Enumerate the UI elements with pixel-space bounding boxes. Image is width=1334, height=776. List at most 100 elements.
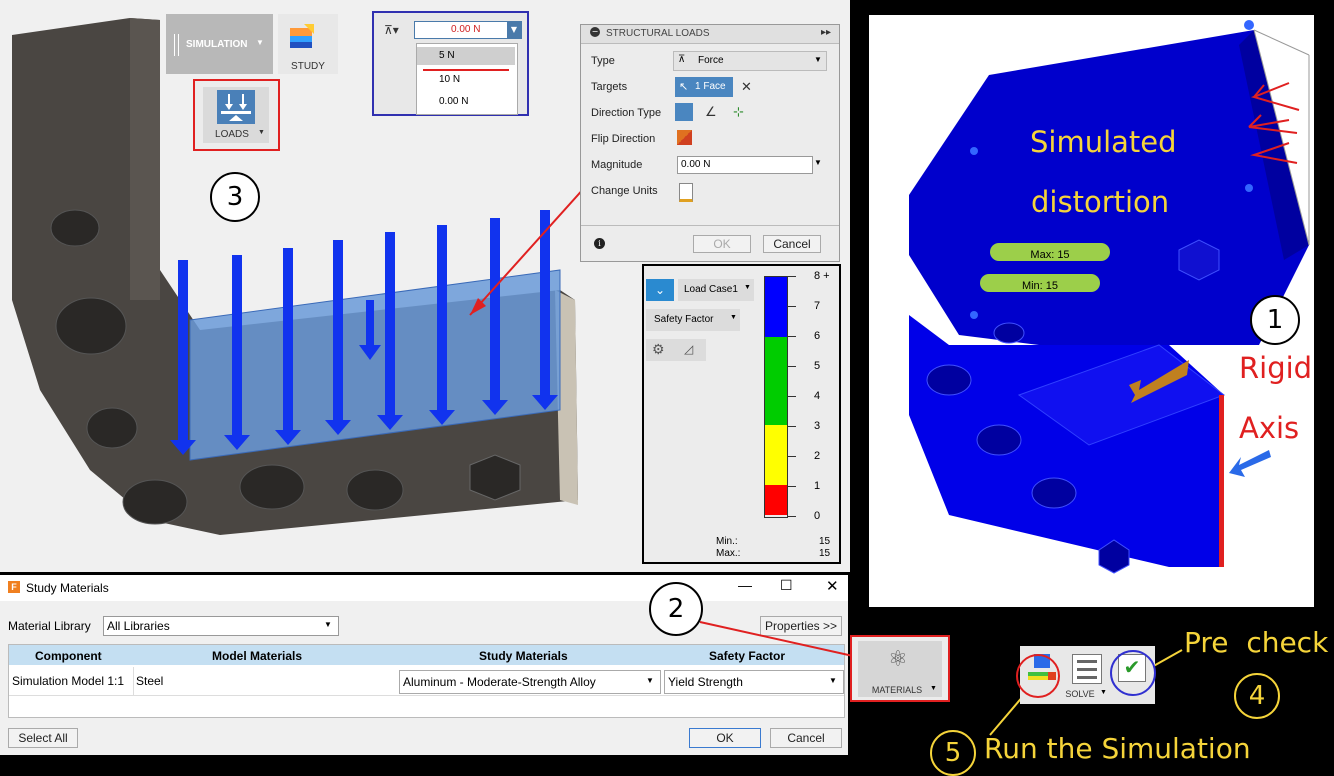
direction-angle-icon[interactable]: ∠ [705, 104, 717, 120]
legend-tick-label: 8 + [814, 270, 830, 282]
material-library-label: Material Library [8, 619, 91, 633]
flip-direction-icon[interactable] [677, 130, 692, 145]
magnitude-field[interactable]: 0.00 N [677, 156, 813, 174]
structural-loads-dialog: − STRUCTURAL LOADS ▸▸ Type ⊼ Force ▼ Tar… [580, 24, 840, 262]
force-value: 0.00 N [451, 24, 481, 35]
study-material-value: Aluminum - Moderate-Strength Alloy [403, 675, 596, 689]
materials-table: Component Model Materials Study Material… [8, 644, 845, 718]
color-scale-bar [764, 276, 788, 518]
chevron-down-icon[interactable]: ▼ [814, 158, 822, 167]
loads-button[interactable]: LOADS ▼ [203, 87, 269, 143]
dialog-title: STRUCTURAL LOADS [606, 28, 710, 39]
result-type-select[interactable]: Safety Factor ▼ [646, 309, 740, 331]
distorted-model-graphic[interactable] [869, 15, 1314, 607]
chevron-down-icon: ▼ [829, 676, 837, 685]
run-simulation-annotation: Run the Simulation [984, 732, 1251, 765]
legend-tick-mark [788, 366, 796, 367]
fusion-logo-icon: F [8, 581, 20, 593]
column-header: Safety Factor [709, 649, 786, 663]
maximize-icon[interactable]: ☐ [780, 577, 793, 594]
loads-button-highlight: LOADS ▼ [193, 79, 280, 151]
chevron-down-icon: ▼ [744, 284, 751, 291]
load-case-select[interactable]: Load Case1 ▼ [678, 279, 754, 301]
materials-button[interactable]: ⚛ MATERIALS ▼ [858, 641, 942, 697]
force-value-field[interactable]: 0.00 N ▼ [414, 21, 522, 39]
step-2-marker: 2 [649, 582, 703, 636]
legend-tick-mark [788, 486, 796, 487]
study-button[interactable]: STUDY [278, 14, 338, 74]
step-3-marker: 3 [210, 172, 260, 222]
edge-icon[interactable]: ◿ [684, 342, 693, 356]
min-tag: Min: 15 [980, 274, 1100, 292]
clear-targets-icon[interactable]: ✕ [741, 79, 752, 95]
study-material-select[interactable]: Aluminum - Moderate-Strength Alloy ▼ [399, 670, 661, 694]
legend-tick-label: 0 [814, 510, 821, 522]
component-cell: Simulation Model 1:1 [12, 674, 125, 688]
results-legend: ⌄ Load Case1 ▼ Safety Factor ▼ ⚙ ◿ 8 + 7 6… [642, 264, 841, 564]
targets-value: 1 Face [695, 81, 726, 92]
model-material-cell: Steel [136, 674, 164, 688]
simulation-workspace-menu[interactable]: SIMULATION ▼ [166, 14, 273, 74]
ok-button[interactable]: OK [689, 728, 761, 748]
cursor-icon: ↖ [679, 81, 689, 93]
legend-settings-bar: ⚙ ◿ [646, 339, 706, 361]
force-option[interactable]: 0.00 N [439, 96, 468, 107]
legend-max-label: Max.: [716, 548, 741, 559]
load-case-value: Load Case1 [684, 284, 738, 295]
step-1-marker: 1 [1250, 295, 1300, 345]
cancel-button[interactable]: Cancel [770, 728, 842, 748]
direction-vector-icon[interactable]: ⊹ [733, 104, 744, 120]
result-type-value: Safety Factor [654, 314, 714, 325]
close-icon[interactable]: ✕ [826, 577, 839, 595]
model-viewport[interactable]: SIMULATION ▼ STUDY LOADS ▼ 3 ⊼▾ 0.00 N ▼… [0, 0, 850, 572]
chevron-down-icon: ▼ [814, 55, 822, 64]
force-options-list: 5 N 10 N 0.00 N [416, 43, 518, 115]
chevron-down-icon[interactable]: ▼ [507, 22, 521, 38]
solve-details-button[interactable] [1072, 654, 1102, 684]
force-type-icon[interactable]: ⊼▾ [384, 23, 399, 37]
legend-toggle-icon[interactable]: ⌄ [646, 279, 674, 301]
material-library-value: All Libraries [107, 619, 170, 633]
type-select[interactable]: ⊼ Force ▼ [673, 51, 827, 71]
magnitude-value: 0.00 N [681, 159, 711, 170]
targets-label: Targets [591, 81, 628, 93]
targets-selection[interactable]: ↖ 1 Face [675, 77, 733, 97]
safety-factor-select[interactable]: Yield Strength ▼ [664, 670, 844, 694]
type-value: Force [698, 55, 724, 66]
max-tag: Max: 15 [990, 243, 1110, 261]
expand-icon[interactable]: ▸▸ [821, 27, 831, 38]
column-header: Component [35, 649, 102, 663]
dialog-title: Study Materials [26, 581, 109, 595]
column-header: Model Materials [212, 649, 303, 663]
annotation-distortion: distortion [1031, 185, 1170, 219]
change-units-icon[interactable] [679, 183, 693, 202]
cancel-button[interactable]: Cancel [763, 235, 821, 253]
force-option[interactable]: 10 N [439, 74, 460, 85]
legend-tick-mark [788, 516, 796, 517]
select-all-button[interactable]: Select All [8, 728, 78, 748]
chevron-down-icon: ▼ [1100, 689, 1107, 696]
minimize-icon[interactable]: — [738, 577, 752, 593]
dialog-header: − STRUCTURAL LOADS ▸▸ [581, 25, 839, 44]
legend-tick-label: 5 [814, 360, 821, 372]
force-option[interactable]: 5 N [417, 47, 515, 71]
info-icon[interactable]: i [594, 238, 605, 249]
gear-icon[interactable]: ⚙ [652, 341, 665, 358]
direction-normal-icon[interactable] [675, 103, 693, 121]
study-materials-dialog: F Study Materials — ☐ ✕ Material Library… [0, 575, 848, 755]
step-5-marker: 5 [930, 730, 976, 776]
material-library-select[interactable]: All Libraries ▼ [103, 616, 339, 636]
force-dropdown-highlight: ⊼▾ 0.00 N ▼ 5 N 10 N 0.00 N [372, 11, 529, 116]
legend-min-value: 15 [819, 536, 831, 547]
loads-icon [217, 90, 255, 124]
chevron-down-icon: ▼ [930, 685, 937, 692]
flip-direction-label: Flip Direction [591, 133, 656, 145]
table-row[interactable]: Simulation Model 1:1 Steel Aluminum - Mo… [9, 667, 844, 696]
legend-tick-label: 7 [814, 300, 821, 312]
collapse-icon[interactable]: − [590, 27, 600, 37]
ok-button[interactable]: OK [693, 235, 751, 253]
legend-tick-label: 3 [814, 420, 821, 432]
simulated-result-view[interactable]: Simulated distortion Max: 15 Min: 15 1 R… [869, 15, 1314, 607]
change-units-label: Change Units [591, 185, 658, 197]
properties-button[interactable]: Properties >> [760, 616, 842, 636]
